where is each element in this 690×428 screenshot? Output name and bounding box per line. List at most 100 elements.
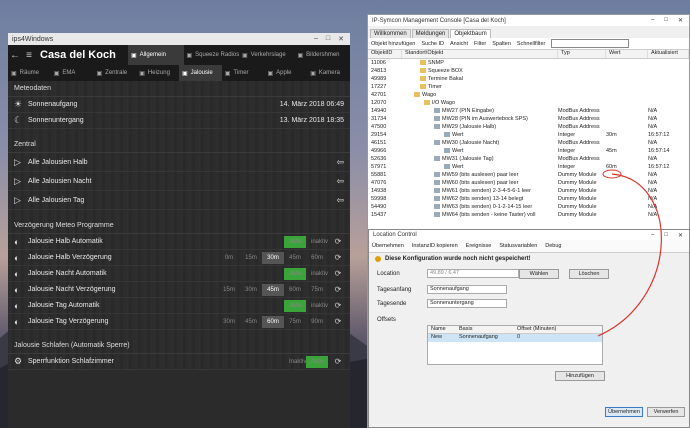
back-arrow-icon[interactable]: ← (8, 50, 22, 61)
loc-toolbar-item[interactable]: Ereignisse (466, 243, 492, 249)
tree-row[interactable]: 47500 MW29 (Jalousie Halb) ModBus Address N… (368, 123, 689, 131)
tree-row[interactable]: 52636 MW31 (Jalousie Tag) ModBus Address N/… (368, 155, 689, 163)
delay-option[interactable]: 75m (284, 316, 306, 328)
subtab-3[interactable]: ▣ Heizung (136, 65, 179, 81)
subtab-7[interactable]: ▣ Kamera (307, 65, 350, 81)
tree-row[interactable]: 11006 SNMP (368, 59, 689, 67)
symcon-tab[interactable]: Objektbaum (450, 29, 491, 38)
delete-button[interactable]: Löschen (569, 269, 609, 279)
delay-option[interactable]: 90m (306, 316, 328, 328)
toolbar-item[interactable]: Filter (474, 41, 486, 47)
delay-option[interactable]: 45m (262, 283, 284, 296)
tree-row[interactable]: 31734 MW28 (PIN im Auswertebock SPS) ModBu… (368, 115, 689, 123)
loc-toolbar-item[interactable]: Übernehmen (372, 243, 404, 249)
refresh-icon[interactable]: ⟳ (332, 237, 344, 246)
tree-row[interactable]: 54490 MW63 (bits senden) 0-1-2-14-15 leer… (368, 203, 689, 211)
quickfilter-input[interactable] (551, 39, 630, 48)
refresh-icon[interactable]: ⟳ (332, 301, 344, 310)
offsets-grid-row[interactable]: New Sonnenaufgang 0 (428, 334, 602, 342)
active-button[interactable]: Aktiv (306, 355, 328, 368)
forward-arrow-icon[interactable]: ⇦ (336, 195, 344, 206)
toolbar-item[interactable]: Ansicht (450, 41, 468, 47)
hamburger-menu-icon[interactable]: ≡ (22, 50, 36, 61)
delay-option[interactable]: 15m (240, 252, 262, 264)
apply-button[interactable]: Übernehmen (605, 407, 643, 417)
toolbar-item[interactable]: Schnellfilter (517, 41, 545, 47)
symcon-tab[interactable]: Meldungen (411, 29, 450, 38)
tab-3[interactable]: ▣ Bildershmen (295, 45, 351, 65)
active-button[interactable]: Aktiv (284, 235, 306, 248)
refresh-icon[interactable]: ⟳ (332, 285, 344, 294)
tree-row[interactable]: 17227 Timer (368, 83, 689, 91)
tab-0[interactable]: ▣ Allgemein (128, 45, 184, 65)
loc-toolbar-item[interactable]: Debug (545, 243, 561, 249)
delay-option[interactable]: 15m (218, 284, 240, 296)
tagesende-select[interactable]: Sonnenuntergang (427, 299, 507, 308)
refresh-icon[interactable]: ⟳ (332, 253, 344, 262)
inactive-button[interactable]: inaktiv (306, 268, 328, 280)
minimize-icon[interactable]: – (651, 17, 654, 24)
inactive-button[interactable]: inaktiv (306, 300, 328, 312)
refresh-icon[interactable]: ⟳ (332, 317, 344, 326)
tree-row[interactable]: 57971 Wert Integer 60m 16:57:12 (368, 163, 689, 171)
loc-toolbar-item[interactable]: InstanzID kopieren (412, 243, 458, 249)
tree-row[interactable]: 14940 MW27 (PIN Eingabe) ModBus Address N/A (368, 107, 689, 115)
tree-row[interactable]: 24813 Squeeze BOX (368, 67, 689, 75)
delay-option[interactable]: 45m (240, 316, 262, 328)
tree-row[interactable]: 15437 MW64 (bits senden - keine Taster) v… (368, 211, 689, 219)
toolbar-item[interactable]: Spalten (492, 41, 511, 47)
tree-row[interactable]: 12070 I/O Wago (368, 99, 689, 107)
maximize-icon[interactable]: □ (326, 35, 330, 43)
delay-option[interactable]: 60m (306, 252, 328, 264)
inactive-button[interactable]: Inaktiv (284, 356, 306, 368)
forward-arrow-icon[interactable]: ⇦ (336, 157, 344, 168)
tree-row[interactable]: 59998 MW62 (bits senden) 13-14 belegt Dumm… (368, 195, 689, 203)
active-button[interactable]: Aktiv (284, 267, 306, 280)
tagesanfang-select[interactable]: Sonnenaufgang (427, 285, 507, 294)
toolbar-item[interactable]: Objekt hinzufügen (371, 41, 415, 47)
delay-option[interactable]: 75m (306, 284, 328, 296)
maximize-icon[interactable]: □ (664, 17, 668, 24)
tree-row[interactable]: 46151 MW30 (Jalousie Nacht) ModBus Address… (368, 139, 689, 147)
delay-option[interactable]: 30m (218, 316, 240, 328)
zentral-row[interactable]: ▷ Alle Jalousien Nacht ⇦ (8, 172, 350, 191)
minimize-icon[interactable]: – (651, 232, 654, 239)
minimize-icon[interactable]: – (314, 35, 318, 43)
zentral-row[interactable]: ▷ Alle Jalousien Tag ⇦ (8, 191, 350, 210)
toolbar-item[interactable]: Suche ID (421, 41, 444, 47)
tree-row[interactable]: 42701 Wago (368, 91, 689, 99)
tab-2[interactable]: ▣ Verkehrslage (239, 45, 295, 65)
loc-toolbar-item[interactable]: Statusvariablen (499, 243, 537, 249)
close-icon[interactable]: ✕ (338, 35, 344, 43)
symcon-tab[interactable]: Willkommen (370, 29, 411, 38)
zentral-row[interactable]: ▷ Alle Jalousien Halb ⇦ (8, 153, 350, 172)
tree-row[interactable]: 14938 MW61 (bits senden) 2-3-4-5-6-1 leer… (368, 187, 689, 195)
subtab-1[interactable]: ▣ EMA (51, 65, 94, 81)
location-input[interactable]: 49,89 / 6,47 (427, 269, 519, 278)
subtab-2[interactable]: ▣ Zentrale (94, 65, 137, 81)
subtab-4[interactable]: ▣ Jalousie (179, 65, 222, 81)
choose-button[interactable]: Wählen (519, 269, 559, 279)
subtab-0[interactable]: ▣ Räume (8, 65, 51, 81)
active-button[interactable]: Aktiv (284, 299, 306, 312)
refresh-icon[interactable]: ⟳ (332, 357, 344, 366)
discard-button[interactable]: Verwerfen (647, 407, 685, 417)
tree-row[interactable]: 49989 Termine Bakal (368, 75, 689, 83)
forward-arrow-icon[interactable]: ⇦ (336, 176, 344, 187)
tree-row[interactable]: 55881 MW59 (bits auslesen) paar leer Dummy… (368, 171, 689, 179)
subtab-5[interactable]: ▣ Timer (222, 65, 265, 81)
add-button[interactable]: Hinzufügen (555, 371, 605, 381)
delay-option[interactable]: 60m (284, 284, 306, 296)
subtab-6[interactable]: ▣ Apple (265, 65, 308, 81)
delay-option[interactable]: 45m (284, 252, 306, 264)
tree-row[interactable]: 49966 Wert Integer 45m 16:57:14 (368, 147, 689, 155)
tab-1[interactable]: ▣ Squeeze Radios (184, 45, 240, 65)
maximize-icon[interactable]: □ (664, 232, 668, 239)
delay-option[interactable]: 0m (218, 252, 240, 264)
delay-option[interactable]: 30m (240, 284, 262, 296)
tree-row[interactable]: 29154 Wert Integer 30m 16:57:12 (368, 131, 689, 139)
delay-option[interactable]: 60m (262, 315, 284, 328)
refresh-icon[interactable]: ⟳ (332, 269, 344, 278)
inactive-button[interactable]: inaktiv (306, 236, 328, 248)
close-icon[interactable]: ✕ (678, 17, 683, 24)
